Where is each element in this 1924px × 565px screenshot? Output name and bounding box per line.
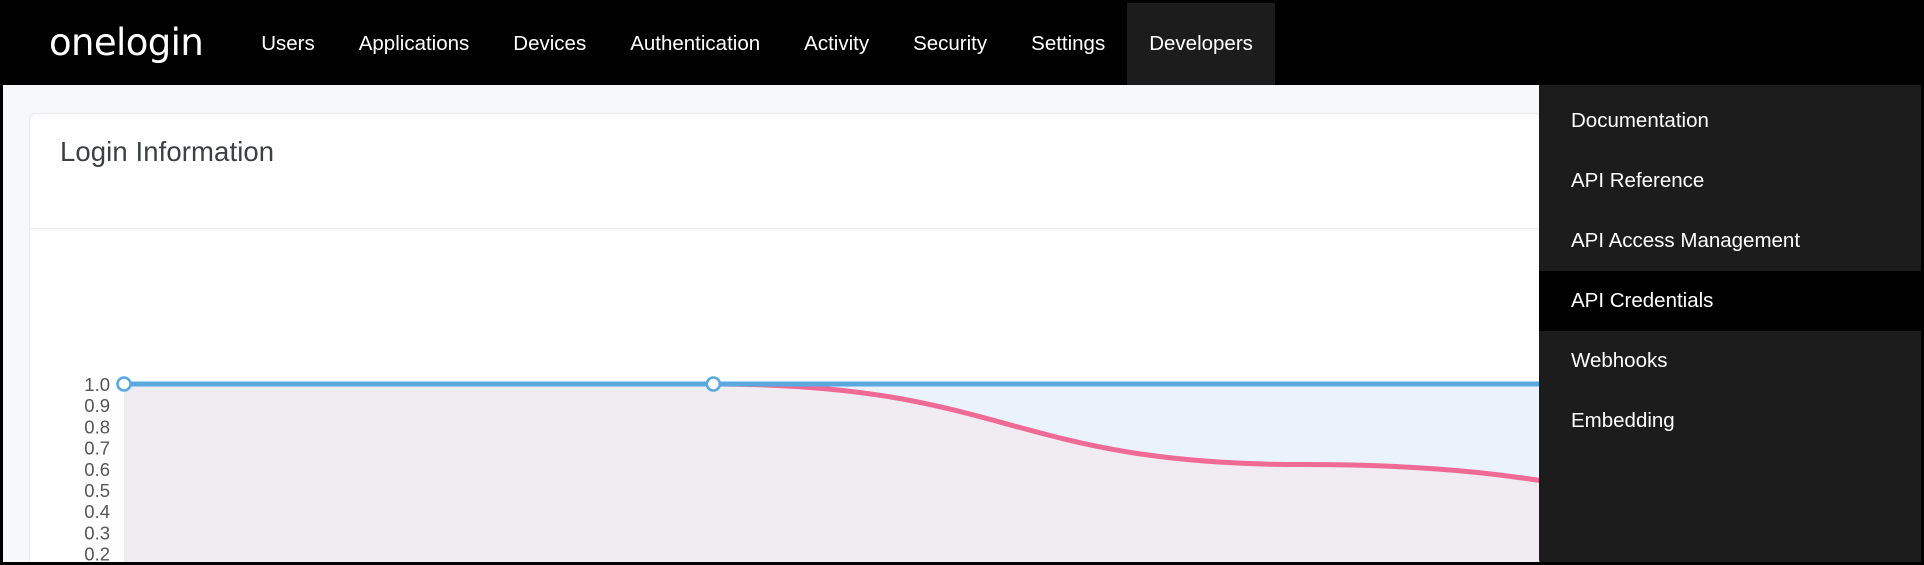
nav-item-settings[interactable]: Settings bbox=[1009, 3, 1127, 85]
nav-item-devices[interactable]: Devices bbox=[491, 3, 608, 85]
menu-item-label: API Reference bbox=[1571, 169, 1705, 192]
nav-item-label: Developers bbox=[1149, 32, 1253, 55]
menu-item-label: API Credentials bbox=[1571, 289, 1714, 312]
nav-item-list: Users Applications Devices Authentication Ac… bbox=[239, 3, 1275, 85]
nav-item-label: Activity bbox=[804, 32, 870, 55]
menu-item-embedding[interactable]: Embedding bbox=[1539, 391, 1921, 451]
y-axis-tick-label: 0.5 bbox=[84, 480, 110, 501]
menu-item-label: API Access Management bbox=[1571, 229, 1801, 252]
nav-item-security[interactable]: Security bbox=[891, 3, 1009, 85]
page-title: Login Information bbox=[60, 136, 275, 167]
y-axis-tick-label: 0.8 bbox=[84, 416, 110, 437]
y-axis-tick-labels: 1.00.90.80.70.60.50.40.30.20.1 bbox=[84, 374, 110, 562]
y-axis-tick-label: 0.3 bbox=[84, 522, 110, 543]
y-axis-tick-label: 0.6 bbox=[84, 459, 110, 480]
menu-item-api-credentials[interactable]: API Credentials bbox=[1539, 271, 1921, 331]
menu-item-webhooks[interactable]: Webhooks bbox=[1539, 331, 1921, 391]
y-axis-tick-label: 1.0 bbox=[84, 374, 110, 395]
y-axis-tick-label: 0.4 bbox=[84, 501, 110, 522]
y-axis-tick-label: 0.7 bbox=[84, 438, 110, 459]
chart-data-point-marker[interactable] bbox=[116, 376, 132, 392]
onelogin-logo[interactable]: onelogin bbox=[49, 24, 204, 65]
menu-item-label: Webhooks bbox=[1571, 349, 1668, 372]
nav-item-label: Settings bbox=[1031, 32, 1106, 55]
nav-item-label: Devices bbox=[513, 32, 587, 55]
nav-item-label: Security bbox=[913, 32, 988, 55]
y-axis-tick-label: 0.9 bbox=[84, 395, 110, 416]
browser-window: onelogin Users Applications Devices Authent… bbox=[0, 0, 1924, 565]
y-axis-tick-label: 0.2 bbox=[84, 544, 110, 562]
top-navigation-bar: onelogin Users Applications Devices Authent… bbox=[3, 3, 1921, 85]
developers-dropdown-menu: Documentation API Reference API Access Man… bbox=[1539, 85, 1921, 562]
nav-item-activity[interactable]: Activity bbox=[782, 3, 891, 85]
chart-data-point-marker[interactable] bbox=[705, 376, 722, 392]
menu-item-label: Documentation bbox=[1571, 109, 1709, 132]
nav-item-applications[interactable]: Applications bbox=[337, 3, 492, 85]
nav-item-label: Users bbox=[261, 32, 315, 55]
nav-item-label: Applications bbox=[358, 32, 470, 55]
nav-item-label: Authentication bbox=[630, 32, 761, 55]
menu-item-label: Embedding bbox=[1571, 409, 1675, 432]
menu-item-api-reference[interactable]: API Reference bbox=[1539, 151, 1921, 211]
menu-item-documentation[interactable]: Documentation bbox=[1539, 91, 1921, 151]
nav-item-authentication[interactable]: Authentication bbox=[608, 3, 782, 85]
nav-item-users[interactable]: Users bbox=[239, 3, 337, 85]
menu-item-api-access-management[interactable]: API Access Management bbox=[1539, 211, 1921, 271]
nav-item-developers[interactable]: Developers bbox=[1127, 3, 1275, 85]
